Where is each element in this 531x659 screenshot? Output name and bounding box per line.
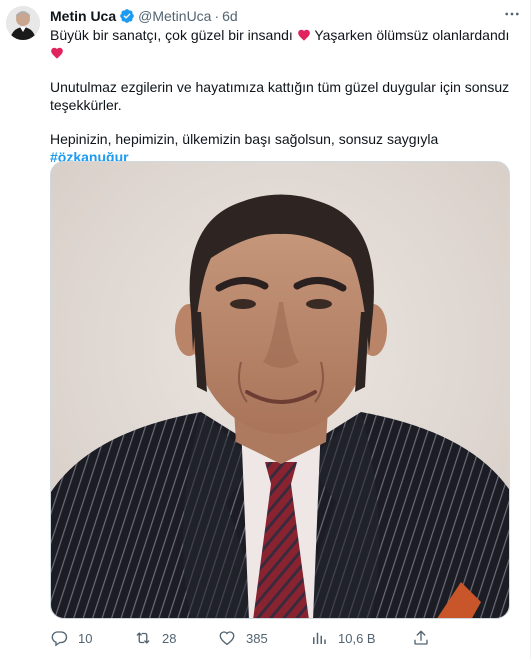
tweet-paragraph-2: Unutulmaz ezgilerin ve hayatımıza kattığ…: [50, 79, 510, 113]
more-options-icon[interactable]: [502, 4, 522, 24]
retweet-button[interactable]: 28: [134, 629, 176, 647]
views-count: 10,6 B: [338, 630, 376, 646]
avatar[interactable]: [6, 6, 40, 40]
like-button[interactable]: 385: [218, 629, 268, 647]
tweet-line-1: Büyük bir sanatçı, çok güzel bir insandı…: [50, 26, 520, 62]
author-handle[interactable]: @MetinUca: [138, 8, 211, 24]
tweet[interactable]: Metin Uca @MetinUca · 6d Büyük bir sanat…: [0, 0, 531, 659]
tweet-text-part-1: Büyük bir sanatçı, çok güzel bir insandı: [50, 27, 293, 43]
tweet-text: Büyük bir sanatçı, çok güzel bir insandı…: [50, 26, 520, 166]
tweet-header: Metin Uca @MetinUca · 6d: [50, 6, 522, 26]
views-button[interactable]: 10,6 B: [310, 629, 376, 647]
red-heart-emoji-icon: [297, 28, 311, 42]
tweet-time[interactable]: 6d: [222, 8, 238, 24]
reply-icon: [50, 629, 68, 647]
verified-badge-icon: [119, 8, 135, 24]
like-icon: [218, 629, 236, 647]
author-name[interactable]: Metin Uca: [50, 8, 116, 24]
share-button[interactable]: [412, 629, 430, 647]
retweet-count: 28: [162, 630, 177, 646]
share-icon: [412, 629, 430, 647]
retweet-icon: [134, 629, 152, 647]
red-heart-emoji-icon: [50, 46, 64, 60]
reply-count: 10: [78, 630, 93, 646]
like-count: 385: [246, 630, 268, 646]
separator-dot: ·: [214, 8, 220, 24]
tweet-photo[interactable]: [50, 161, 510, 619]
views-icon: [310, 629, 328, 647]
tweet-text-part-2: Yaşarken ölümsüz olanlardandı: [314, 27, 510, 43]
tweet-actions: 10 28 385 10,6 B: [50, 628, 440, 648]
tweet-paragraph-3: Hepinizin, hepimizin, ülkemizin başı sağ…: [50, 131, 439, 147]
reply-button[interactable]: 10: [50, 629, 92, 647]
